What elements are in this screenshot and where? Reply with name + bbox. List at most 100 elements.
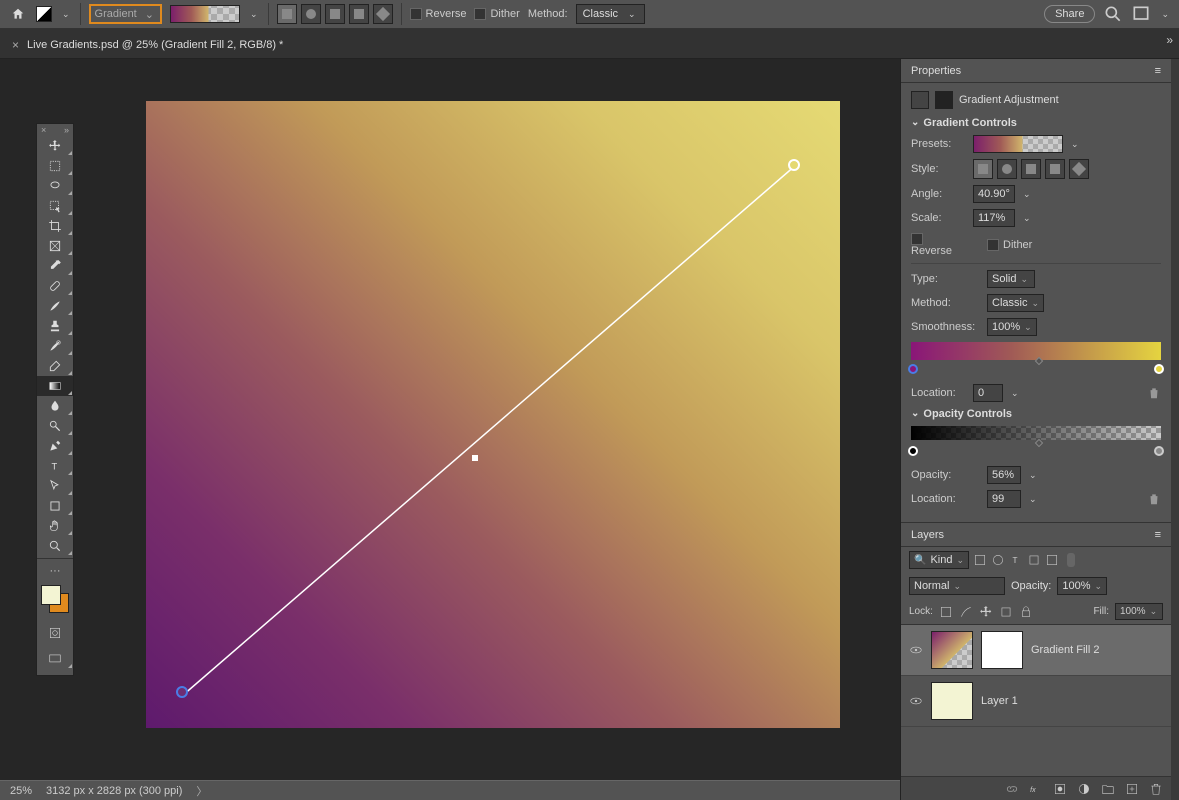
foreground-background-colors[interactable] xyxy=(41,585,69,613)
trash-icon[interactable] xyxy=(1147,492,1161,506)
object-select-tool[interactable] xyxy=(37,196,73,216)
preset-picker[interactable] xyxy=(973,135,1063,153)
layer-filter-kind[interactable]: 🔍Kind⌄ xyxy=(909,551,969,569)
path-select-tool[interactable] xyxy=(37,476,73,496)
shape-tool[interactable] xyxy=(37,496,73,516)
method-dropdown[interactable]: Classic⌄ xyxy=(576,4,645,24)
layers-tab[interactable]: Layers ≡ xyxy=(901,523,1171,547)
style-radial[interactable] xyxy=(301,4,321,24)
home-icon[interactable] xyxy=(8,4,28,24)
stamp-tool[interactable] xyxy=(37,316,73,336)
filter-shape-icon[interactable] xyxy=(1027,553,1041,567)
prop-style-angle[interactable] xyxy=(1021,159,1041,179)
layer-name[interactable]: Gradient Fill 2 xyxy=(1031,644,1099,656)
layer-name[interactable]: Layer 1 xyxy=(981,695,1018,707)
share-button[interactable]: Share xyxy=(1044,5,1095,23)
lasso-tool[interactable] xyxy=(37,176,73,196)
opacity-midpoint[interactable] xyxy=(1035,439,1043,447)
lock-transparency-icon[interactable] xyxy=(939,605,953,619)
move-tool[interactable] xyxy=(37,136,73,156)
dodge-tool[interactable] xyxy=(37,416,73,436)
zoom-tool[interactable] xyxy=(37,536,73,556)
style-diamond[interactable] xyxy=(373,4,393,24)
chevron-down-icon[interactable]: ⌄ xyxy=(1069,139,1081,150)
chevron-down-icon[interactable]: ⌄ xyxy=(1021,189,1033,200)
brush-tool[interactable] xyxy=(37,296,73,316)
chevron-down-icon[interactable]: ⌄ xyxy=(60,9,72,20)
layer-opacity-input[interactable]: 100%⌄ xyxy=(1057,577,1107,595)
opacity-stop-end[interactable] xyxy=(1154,446,1164,456)
panel-menu-icon[interactable]: ≡ xyxy=(1145,61,1171,81)
marquee-tool[interactable] xyxy=(37,156,73,176)
opacity-stop-start[interactable] xyxy=(908,446,918,456)
edit-toolbar[interactable]: ··· xyxy=(37,561,73,581)
layer-fill-input[interactable]: 100%⌄ xyxy=(1115,603,1163,620)
style-angle[interactable] xyxy=(325,4,345,24)
quick-mask-icon[interactable] xyxy=(37,623,73,643)
prop-dither-checkbox[interactable]: Dither xyxy=(987,239,1043,251)
workspace-icon[interactable] xyxy=(1131,4,1151,24)
fx-icon[interactable]: fx xyxy=(1029,782,1043,796)
gradient-preset-picker[interactable] xyxy=(170,5,240,23)
chevron-down-icon[interactable]: ⌄ xyxy=(248,9,260,20)
gradient-controls-header[interactable]: Gradient Controls xyxy=(911,117,1161,129)
gradient-tool[interactable] xyxy=(37,376,73,396)
mask-icon[interactable] xyxy=(1053,782,1067,796)
collapse-icon[interactable]: » xyxy=(64,125,69,135)
chevron-down-icon[interactable]: ⌄ xyxy=(1021,213,1033,224)
new-layer-icon[interactable] xyxy=(1125,782,1139,796)
reverse-checkbox[interactable]: Reverse xyxy=(410,8,467,20)
expand-panels-icon[interactable]: » xyxy=(1166,33,1173,47)
tool-preset-dropdown[interactable]: Gradient ⌄ xyxy=(89,4,162,24)
opacity-value-input[interactable] xyxy=(987,466,1021,484)
lock-paint-icon[interactable] xyxy=(959,605,973,619)
prop-style-radial[interactable] xyxy=(997,159,1017,179)
filter-toggle[interactable] xyxy=(1067,553,1075,567)
group-icon[interactable] xyxy=(1101,782,1115,796)
history-brush-tool[interactable] xyxy=(37,336,73,356)
zoom-level[interactable]: 25% xyxy=(10,785,32,797)
screen-mode-icon[interactable] xyxy=(37,649,73,669)
prop-style-diamond[interactable] xyxy=(1069,159,1089,179)
filter-adjust-icon[interactable] xyxy=(991,553,1005,567)
adjustment-icon[interactable] xyxy=(1077,782,1091,796)
layer-thumbnail[interactable] xyxy=(931,631,973,669)
prop-style-linear[interactable] xyxy=(973,159,993,179)
filter-type-icon[interactable]: T xyxy=(1009,553,1023,567)
location-input[interactable] xyxy=(973,384,1003,402)
search-icon[interactable] xyxy=(1103,4,1123,24)
prop-method-dropdown[interactable]: Classic⌄ xyxy=(987,294,1044,312)
color-stop-end[interactable] xyxy=(1154,364,1164,374)
layer-row[interactable]: Layer 1 xyxy=(901,676,1171,727)
type-dropdown[interactable]: Solid⌄ xyxy=(987,270,1035,288)
foreground-background-swatch[interactable] xyxy=(36,6,52,22)
opacity-editor-bar[interactable] xyxy=(911,426,1161,440)
opacity-location-input[interactable] xyxy=(987,490,1021,508)
gradient-editor-bar[interactable] xyxy=(911,342,1161,360)
gradient-midpoint-handle[interactable] xyxy=(472,455,478,461)
dither-checkbox[interactable]: Dither xyxy=(474,8,519,20)
chevron-down-icon[interactable]: ⌄ xyxy=(1159,9,1171,20)
chevron-down-icon[interactable]: ⌄ xyxy=(1027,470,1039,481)
document-tab[interactable]: × Live Gradients.psd @ 25% (Gradient Fil… xyxy=(0,34,295,58)
style-reflected[interactable] xyxy=(349,4,369,24)
panel-menu-icon[interactable]: ≡ xyxy=(1145,525,1171,545)
trash-icon[interactable] xyxy=(1149,782,1163,796)
prop-style-reflected[interactable] xyxy=(1045,159,1065,179)
layer-row[interactable]: Gradient Fill 2 xyxy=(901,625,1171,676)
foreground-color[interactable] xyxy=(41,585,61,605)
style-linear[interactable] xyxy=(277,4,297,24)
color-stop-start[interactable] xyxy=(908,364,918,374)
lock-position-icon[interactable] xyxy=(979,605,993,619)
smoothness-input[interactable]: 100%⌄ xyxy=(987,318,1037,336)
gradient-end-handle[interactable] xyxy=(788,159,800,171)
type-tool[interactable]: T xyxy=(37,456,73,476)
close-icon[interactable]: × xyxy=(12,38,19,52)
healing-tool[interactable] xyxy=(37,276,73,296)
frame-tool[interactable] xyxy=(37,236,73,256)
opacity-controls-header[interactable]: Opacity Controls xyxy=(911,408,1161,420)
trash-icon[interactable] xyxy=(1147,386,1161,400)
visibility-icon[interactable] xyxy=(909,643,923,657)
link-icon[interactable] xyxy=(1005,782,1019,796)
filter-smart-icon[interactable] xyxy=(1045,553,1059,567)
